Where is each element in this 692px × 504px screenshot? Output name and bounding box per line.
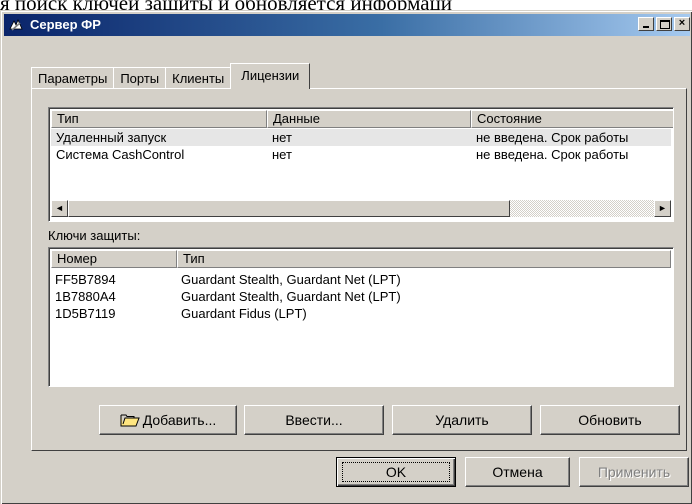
cancel-button[interactable]: Отмена (465, 457, 570, 487)
tab-ports[interactable]: Порты (113, 67, 167, 89)
license-type: Система CashControl (56, 147, 185, 162)
scroll-right-button[interactable]: ► (654, 200, 671, 217)
license-type: Удаленный запуск (56, 130, 167, 145)
add-key-label: Добавить... (142, 412, 217, 428)
apply-button: Применить (579, 457, 689, 487)
server-fr-dialog: Сервер ФР × Параметры Порты Клиенты Лице… (0, 10, 692, 504)
licenses-tab-panel: Тип Данные Состояние Удаленный запуск не… (31, 88, 687, 451)
tab-parameters[interactable]: Параметры (31, 67, 115, 89)
refresh-keys-button[interactable]: Обновить (540, 405, 680, 435)
key-row[interactable]: 1B7880A4 Guardant Stealth, Guardant Net … (51, 288, 671, 305)
license-row[interactable]: Система CashControl нет не введена. Срок… (51, 146, 671, 163)
ok-button[interactable]: OK (336, 457, 456, 487)
horizontal-scrollbar[interactable]: ◄ ► (51, 200, 671, 217)
license-state: не введена. Срок работы (476, 130, 629, 145)
add-key-button[interactable]: Добавить... (99, 405, 237, 435)
key-type: Guardant Stealth, Guardant Net (LPT) (181, 272, 401, 287)
column-header-key-type[interactable]: Тип (177, 250, 671, 268)
key-row[interactable]: FF5B7894 Guardant Stealth, Guardant Net … (51, 271, 671, 288)
app-icon (9, 18, 23, 31)
key-number: 1B7880A4 (55, 289, 116, 304)
delete-key-button[interactable]: Удалить (392, 405, 532, 435)
maximize-button[interactable] (656, 17, 672, 31)
license-row[interactable]: Удаленный запуск нет не введена. Срок ра… (51, 129, 671, 146)
close-button[interactable]: × (674, 17, 690, 31)
title-bar[interactable]: Сервер ФР × (4, 14, 690, 36)
window-title: Сервер ФР (30, 17, 101, 32)
tab-licenses[interactable]: Лицензии (230, 63, 311, 89)
keys-list[interactable]: Номер Тип FF5B7894 Guardant Stealth, Gua… (48, 247, 674, 387)
tab-strip: Параметры Порты Клиенты Лицензии (31, 63, 311, 89)
key-row[interactable]: 1D5B7119 Guardant Fidus (LPT) (51, 305, 671, 322)
column-header-state[interactable]: Состояние (471, 110, 673, 128)
key-number: 1D5B7119 (55, 306, 116, 321)
scroll-thumb[interactable] (68, 200, 510, 217)
license-data: нет (272, 147, 292, 162)
key-type: Guardant Stealth, Guardant Net (LPT) (181, 289, 401, 304)
enter-key-button[interactable]: Ввести... (244, 405, 384, 435)
license-state: не введена. Срок работы (476, 147, 629, 162)
column-header-type[interactable]: Тип (51, 110, 267, 128)
key-type: Guardant Fidus (LPT) (181, 306, 307, 321)
close-icon: × (678, 17, 686, 29)
open-folder-icon (120, 414, 140, 427)
tab-clients[interactable]: Клиенты (165, 67, 232, 89)
column-header-number[interactable]: Номер (51, 250, 177, 268)
license-data: нет (272, 130, 292, 145)
column-header-data[interactable]: Данные (267, 110, 471, 128)
key-number: FF5B7894 (55, 272, 116, 287)
scroll-left-button[interactable]: ◄ (51, 200, 68, 217)
keys-label: Ключи защиты: (48, 228, 141, 243)
focus-rectangle (342, 462, 450, 482)
licenses-list[interactable]: Тип Данные Состояние Удаленный запуск не… (48, 107, 674, 222)
minimize-button[interactable] (638, 17, 654, 31)
